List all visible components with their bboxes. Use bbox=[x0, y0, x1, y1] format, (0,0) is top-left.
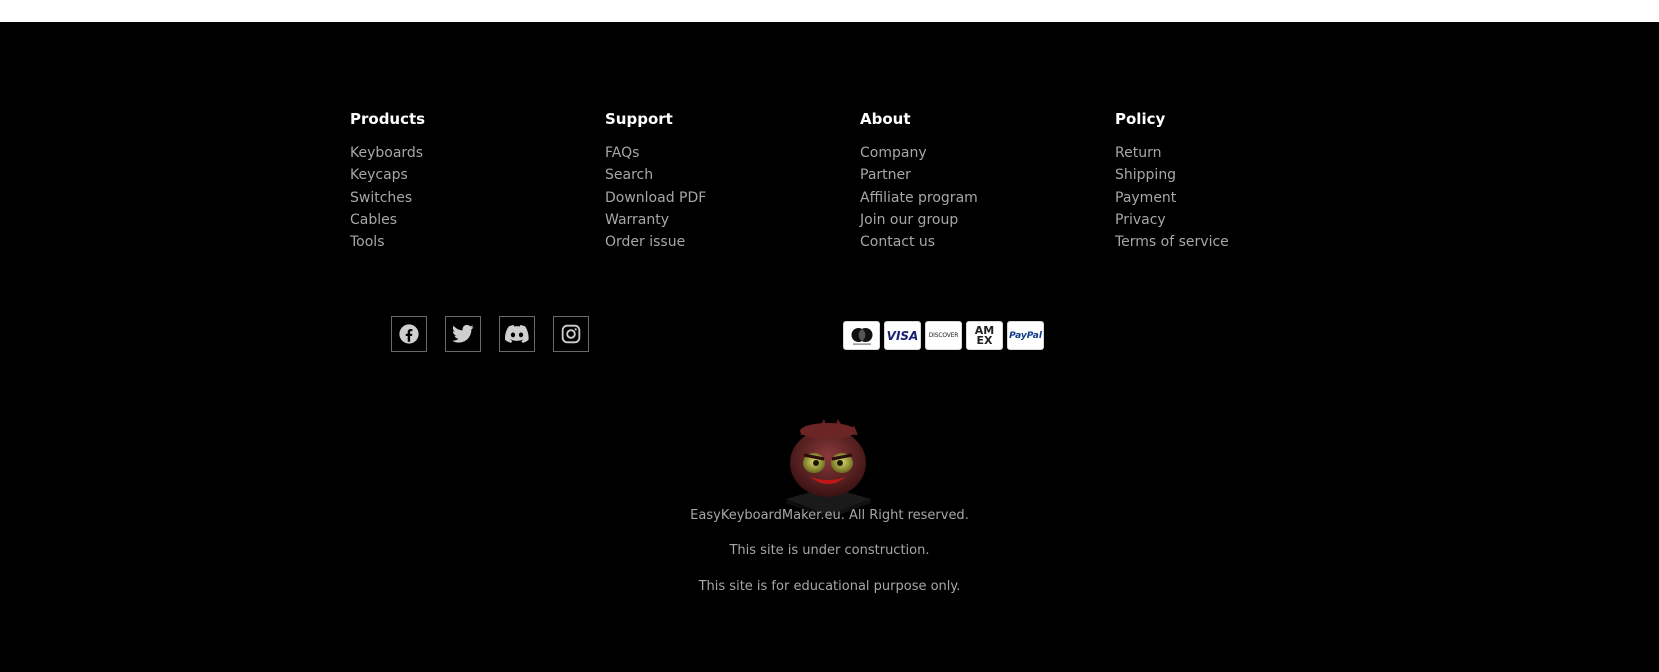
footer-link-search[interactable]: Search bbox=[605, 164, 860, 186]
social-links bbox=[391, 316, 589, 352]
instagram-button[interactable] bbox=[553, 316, 589, 352]
footer-link-switches[interactable]: Switches bbox=[350, 187, 605, 209]
footer-link-contact-us[interactable]: Contact us bbox=[860, 231, 1115, 253]
column-title: Support bbox=[605, 110, 673, 128]
visa-icon: VISA bbox=[884, 321, 921, 350]
top-strip bbox=[0, 0, 1659, 22]
educational-notice: This site is for educational purpose onl… bbox=[698, 579, 961, 594]
footer-link-join-our-group[interactable]: Join our group bbox=[860, 209, 1115, 231]
instagram-icon bbox=[561, 324, 581, 344]
footer-link-terms-of-service[interactable]: Terms of service bbox=[1115, 231, 1370, 253]
footer-link-order-issue[interactable]: Order issue bbox=[605, 231, 860, 253]
discover-icon: DISCOVER bbox=[925, 321, 962, 350]
payment-methods: VISA DISCOVER AM EX PayPal bbox=[843, 321, 1044, 350]
footer-link-cables[interactable]: Cables bbox=[350, 209, 605, 231]
footer-link-faqs[interactable]: FAQs bbox=[605, 142, 860, 164]
facebook-icon bbox=[399, 324, 419, 344]
footer-link-partner[interactable]: Partner bbox=[860, 164, 1115, 186]
footer-link-columns: Products Keyboards Keycaps Switches Cabl… bbox=[350, 110, 1370, 253]
footer-link-download-pdf[interactable]: Download PDF bbox=[605, 187, 860, 209]
footer-column-policy: Policy Return Shipping Payment Privacy T… bbox=[1115, 110, 1370, 253]
footer-link-company[interactable]: Company bbox=[860, 142, 1115, 164]
mastercard-icon bbox=[843, 321, 880, 350]
twitter-button[interactable] bbox=[445, 316, 481, 352]
footer-link-shipping[interactable]: Shipping bbox=[1115, 164, 1370, 186]
site-footer: Products Keyboards Keycaps Switches Cabl… bbox=[0, 22, 1659, 672]
twitter-icon bbox=[452, 324, 474, 343]
footer-column-products: Products Keyboards Keycaps Switches Cabl… bbox=[350, 110, 605, 253]
footer-link-payment[interactable]: Payment bbox=[1115, 187, 1370, 209]
column-title: About bbox=[860, 110, 911, 128]
footer-column-about: About Company Partner Affiliate program … bbox=[860, 110, 1115, 253]
footer-link-keyboards[interactable]: Keyboards bbox=[350, 142, 605, 164]
column-title: Products bbox=[350, 110, 426, 128]
footer-link-tools[interactable]: Tools bbox=[350, 231, 605, 253]
footer-link-affiliate-program[interactable]: Affiliate program bbox=[860, 187, 1115, 209]
copyright-text: EasyKeyboardMaker.eu. All Right reserved… bbox=[690, 508, 969, 523]
footer-link-privacy[interactable]: Privacy bbox=[1115, 209, 1370, 231]
column-title: Policy bbox=[1115, 110, 1166, 128]
discord-button[interactable] bbox=[499, 316, 535, 352]
paypal-icon: PayPal bbox=[1007, 321, 1044, 350]
facebook-button[interactable] bbox=[391, 316, 427, 352]
discord-icon bbox=[505, 325, 529, 343]
construction-notice: This site is under construction. bbox=[729, 543, 930, 558]
footer-link-keycaps[interactable]: Keycaps bbox=[350, 164, 605, 186]
footer-link-return[interactable]: Return bbox=[1115, 142, 1370, 164]
footer-column-support: Support FAQs Search Download PDF Warrant… bbox=[605, 110, 860, 253]
footer-link-warranty[interactable]: Warranty bbox=[605, 209, 860, 231]
amex-icon: AM EX bbox=[966, 321, 1003, 350]
